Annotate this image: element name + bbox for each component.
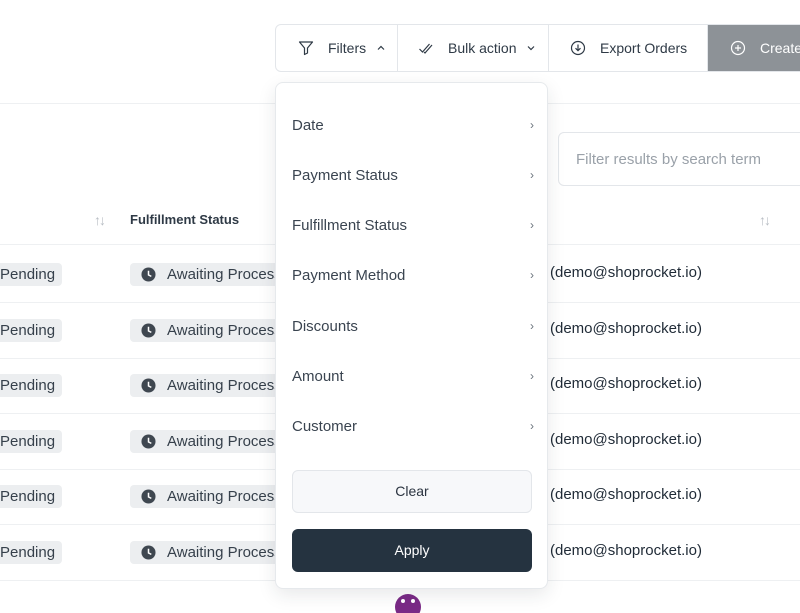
customer-email: (demo@shoprocket.io) [550, 486, 702, 503]
plus-circle-icon [730, 40, 746, 56]
fulfillment-status-header[interactable]: Fulfillment Status [130, 212, 239, 227]
bulk-action-label: Bulk action [448, 40, 517, 56]
download-circle-icon [570, 40, 586, 56]
filter-icon [298, 41, 314, 56]
chevron-right-icon: › [530, 369, 534, 383]
apply-button[interactable]: Apply [292, 529, 532, 572]
sort-icon[interactable]: ↑↓ [94, 212, 106, 228]
chevron-down-icon [528, 46, 535, 51]
chevron-up-icon [377, 45, 385, 50]
filter-option-payment-method[interactable]: Payment Method › [292, 259, 534, 291]
filter-option-discounts[interactable]: Discounts › [292, 310, 534, 342]
filters-label: Filters [328, 40, 367, 56]
filter-option-customer[interactable]: Customer › [292, 410, 534, 442]
bulk-action-button[interactable]: Bulk action [398, 25, 549, 71]
clock-icon [141, 489, 156, 504]
payment-status-badge: Pending [0, 374, 62, 397]
payment-status-badge: Pending [0, 430, 62, 453]
export-orders-button[interactable]: Export Orders [549, 25, 708, 71]
filter-option-amount[interactable]: Amount › [292, 360, 534, 392]
customer-email: (demo@shoprocket.io) [550, 375, 702, 392]
clock-icon [141, 267, 156, 282]
filter-option-label: Discounts [292, 317, 358, 335]
search-input[interactable] [558, 132, 800, 186]
create-order-button[interactable]: Create [708, 25, 800, 71]
filter-option-label: Fulfillment Status [292, 216, 408, 234]
filters-dropdown: Date › Payment Status › Fulfillment Stat… [275, 82, 548, 589]
payment-status-badge: Pending [0, 263, 62, 286]
filter-option-label: Date [292, 116, 324, 134]
double-check-icon [419, 43, 433, 54]
chevron-right-icon: › [530, 319, 534, 333]
sort-icon[interactable]: ↑↓ [759, 212, 771, 228]
customer-email: (demo@shoprocket.io) [550, 264, 702, 281]
create-label: Create [760, 40, 800, 56]
customer-email: (demo@shoprocket.io) [550, 320, 702, 337]
filters-button[interactable]: Filters [276, 25, 398, 71]
chevron-right-icon: › [530, 218, 534, 232]
customer-email: (demo@shoprocket.io) [550, 542, 702, 559]
payment-status-badge: Pending [0, 319, 62, 342]
clock-icon [141, 545, 156, 560]
order-toolbar: Filters Bulk action Export Orders Create [275, 24, 800, 72]
filter-option-label: Amount [292, 367, 344, 385]
filter-option-label: Payment Method [292, 266, 406, 284]
clock-icon [141, 323, 156, 338]
clock-icon [141, 434, 156, 449]
customer-email: (demo@shoprocket.io) [550, 431, 702, 448]
filter-option-label: Customer [292, 417, 358, 435]
payment-status-badge: Pending [0, 485, 62, 508]
chevron-right-icon: › [530, 268, 534, 282]
chevron-right-icon: › [530, 168, 534, 182]
chevron-right-icon: › [530, 118, 534, 132]
export-orders-label: Export Orders [600, 40, 688, 56]
chevron-right-icon: › [530, 419, 534, 433]
customer-avatar [395, 594, 421, 613]
filter-option-label: Payment Status [292, 166, 398, 184]
filter-option-payment-status[interactable]: Payment Status › [292, 159, 534, 191]
payment-status-badge: Pending [0, 541, 62, 564]
clear-button[interactable]: Clear [292, 470, 532, 513]
filter-option-date[interactable]: Date › [292, 109, 534, 141]
filter-option-fulfillment-status[interactable]: Fulfillment Status › [292, 209, 534, 241]
clock-icon [141, 378, 156, 393]
